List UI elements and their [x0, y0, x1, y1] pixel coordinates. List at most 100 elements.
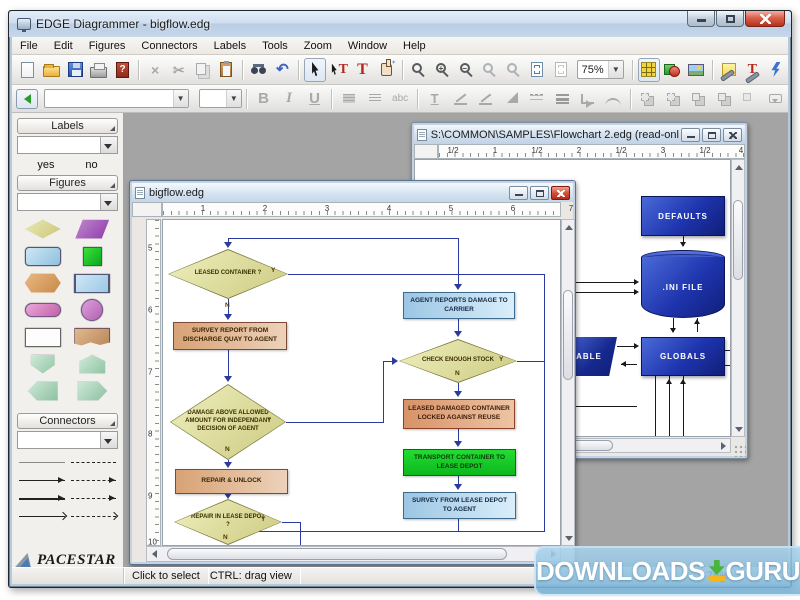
- connector-dashed-arrow[interactable]: [68, 477, 120, 485]
- connector-thick-arrow[interactable]: [16, 495, 68, 503]
- zoom-previous-button[interactable]: [479, 58, 501, 82]
- cut-button[interactable]: ✂: [168, 58, 190, 82]
- bigflow-vscrollbar[interactable]: [561, 219, 575, 546]
- underline-button[interactable]: U: [303, 87, 327, 111]
- figure-arrow-right[interactable]: [72, 381, 112, 401]
- child-minimize-button[interactable]: [509, 186, 528, 200]
- nav-back-button[interactable]: [16, 89, 38, 109]
- menu-zoom[interactable]: Zoom: [296, 38, 340, 54]
- flow-node-defaults[interactable]: DEFAULTS: [641, 196, 725, 236]
- labels-combo[interactable]: [17, 136, 118, 154]
- font-family-combo[interactable]: ▼: [44, 89, 189, 108]
- figure-rectangle[interactable]: [23, 327, 63, 347]
- zoom-in-button[interactable]: +: [432, 58, 454, 82]
- flow-node-repair-unlock[interactable]: REPAIR & UNLOCK: [175, 469, 288, 494]
- bigflow-hscrollbar[interactable]: [146, 546, 561, 562]
- scroll-thumb[interactable]: [167, 548, 507, 560]
- figure-hexagon[interactable]: [23, 273, 63, 293]
- undo-button[interactable]: ↶: [272, 58, 294, 82]
- figure-document[interactable]: [72, 327, 112, 347]
- line-slant2-button[interactable]: [474, 87, 498, 111]
- fill-style-button[interactable]: [499, 87, 523, 111]
- connector-dashed-open-arrow[interactable]: [68, 513, 120, 521]
- figure-pentagon-down[interactable]: [23, 354, 63, 374]
- fit-selection-button[interactable]: [550, 58, 572, 82]
- figure-arrow-left[interactable]: [23, 381, 63, 401]
- restore-button[interactable]: [716, 11, 744, 27]
- flow-node-agent-reports[interactable]: AGENT REPORTS DAMAGE TO CARRIER: [403, 292, 515, 319]
- curve-style-button[interactable]: [601, 87, 625, 111]
- figure-square[interactable]: [72, 246, 112, 266]
- touch-tool-button[interactable]: [375, 58, 397, 82]
- font-size-combo[interactable]: ▼: [199, 89, 242, 108]
- save-button[interactable]: [64, 58, 86, 82]
- menu-file[interactable]: File: [12, 38, 46, 54]
- menu-tools[interactable]: Tools: [254, 38, 296, 54]
- find-button[interactable]: [248, 58, 270, 82]
- copy-button[interactable]: [192, 58, 214, 82]
- child-close-button[interactable]: [551, 186, 570, 200]
- child-restore-button[interactable]: [702, 128, 721, 142]
- label-sample-no[interactable]: no: [85, 159, 97, 171]
- bigflow-title-bar[interactable]: bigflow.edg: [132, 183, 573, 202]
- close-button[interactable]: [745, 11, 785, 27]
- paste-button[interactable]: [215, 58, 237, 82]
- flow-node-ini-file[interactable]: .INI FILE: [641, 250, 725, 318]
- scroll-thumb[interactable]: [733, 200, 743, 280]
- ungroup-button[interactable]: [661, 87, 685, 111]
- menu-window[interactable]: Window: [340, 38, 395, 54]
- figure-pentagon-up[interactable]: [72, 354, 112, 374]
- menu-labels[interactable]: Labels: [206, 38, 254, 54]
- child-restore-button[interactable]: [530, 186, 549, 200]
- connectors-panel-button[interactable]: Connectors: [17, 413, 118, 429]
- menu-connectors[interactable]: Connectors: [133, 38, 205, 54]
- zoom-out-button[interactable]: −: [455, 58, 477, 82]
- grid-toggle-button[interactable]: [638, 58, 660, 82]
- connector-open-arrow[interactable]: [16, 513, 68, 521]
- send-back-button[interactable]: [713, 87, 737, 111]
- flow-node-survey-from-depot[interactable]: SURVEY FROM LEASE DEPOT TO AGENT: [403, 492, 516, 519]
- menu-help[interactable]: Help: [395, 38, 434, 54]
- text-style-button[interactable]: T: [423, 87, 447, 111]
- menu-edit[interactable]: Edit: [46, 38, 81, 54]
- text-tool-button[interactable]: T: [352, 58, 374, 82]
- comment-button[interactable]: [764, 87, 788, 111]
- minimize-button[interactable]: [687, 11, 715, 27]
- flow-node-leased-damaged[interactable]: LEASED DAMAGED CONTAINER LOCKED AGAINST …: [403, 399, 515, 429]
- zoom-region-button[interactable]: [503, 58, 525, 82]
- duplicate-button[interactable]: [738, 87, 762, 111]
- flowchart2-vscrollbar[interactable]: [731, 159, 745, 437]
- figure-pill[interactable]: [23, 300, 63, 320]
- figure-diamond[interactable]: [23, 219, 63, 239]
- bring-front-button[interactable]: [687, 87, 711, 111]
- italic-button[interactable]: I: [277, 87, 301, 111]
- label-sample-yes[interactable]: yes: [37, 159, 54, 171]
- select-tool-button[interactable]: [304, 58, 326, 82]
- help-button[interactable]: ?: [112, 58, 134, 82]
- flowchart2-title-bar[interactable]: S:\COMMON\SAMPLES\Flowchart 2.edg (read-…: [414, 125, 745, 144]
- open-button[interactable]: [41, 58, 63, 82]
- figure-circle[interactable]: [72, 300, 112, 320]
- select-text-tool-button[interactable]: T: [328, 58, 350, 82]
- spell-check-button[interactable]: abc: [388, 87, 412, 111]
- bold-button[interactable]: B: [252, 87, 276, 111]
- title-bar[interactable]: EDGE Diagrammer - bigflow.edg: [9, 11, 791, 37]
- connector-dashed[interactable]: [68, 459, 120, 467]
- quick-action-button[interactable]: [765, 58, 787, 82]
- bigflow-canvas[interactable]: LEASED CONTAINER ? Y N SURVEY REPORT FRO…: [162, 219, 561, 546]
- labels-panel-button[interactable]: Labels: [17, 118, 118, 134]
- zoom-tool-button[interactable]: [408, 58, 430, 82]
- align-justify-button[interactable]: [363, 87, 387, 111]
- flow-node-survey-report[interactable]: SURVEY REPORT FROM DISCHARGE QUAY TO AGE…: [173, 322, 287, 350]
- figure-style-button[interactable]: [662, 58, 684, 82]
- options-button[interactable]: [718, 58, 740, 82]
- new-file-button[interactable]: [17, 58, 39, 82]
- line-weight-button[interactable]: [550, 87, 574, 111]
- line-slant-button[interactable]: [448, 87, 472, 111]
- zoom-level-combo[interactable]: 75% ▼: [577, 60, 624, 79]
- menu-figures[interactable]: Figures: [81, 38, 134, 54]
- connectors-combo[interactable]: [17, 431, 118, 449]
- flow-node-globals[interactable]: GLOBALS: [641, 337, 725, 376]
- flow-node-repair-in-depot[interactable]: REPAIR IN LEASE DEPOT ?: [174, 499, 282, 545]
- delete-button[interactable]: ×: [144, 58, 166, 82]
